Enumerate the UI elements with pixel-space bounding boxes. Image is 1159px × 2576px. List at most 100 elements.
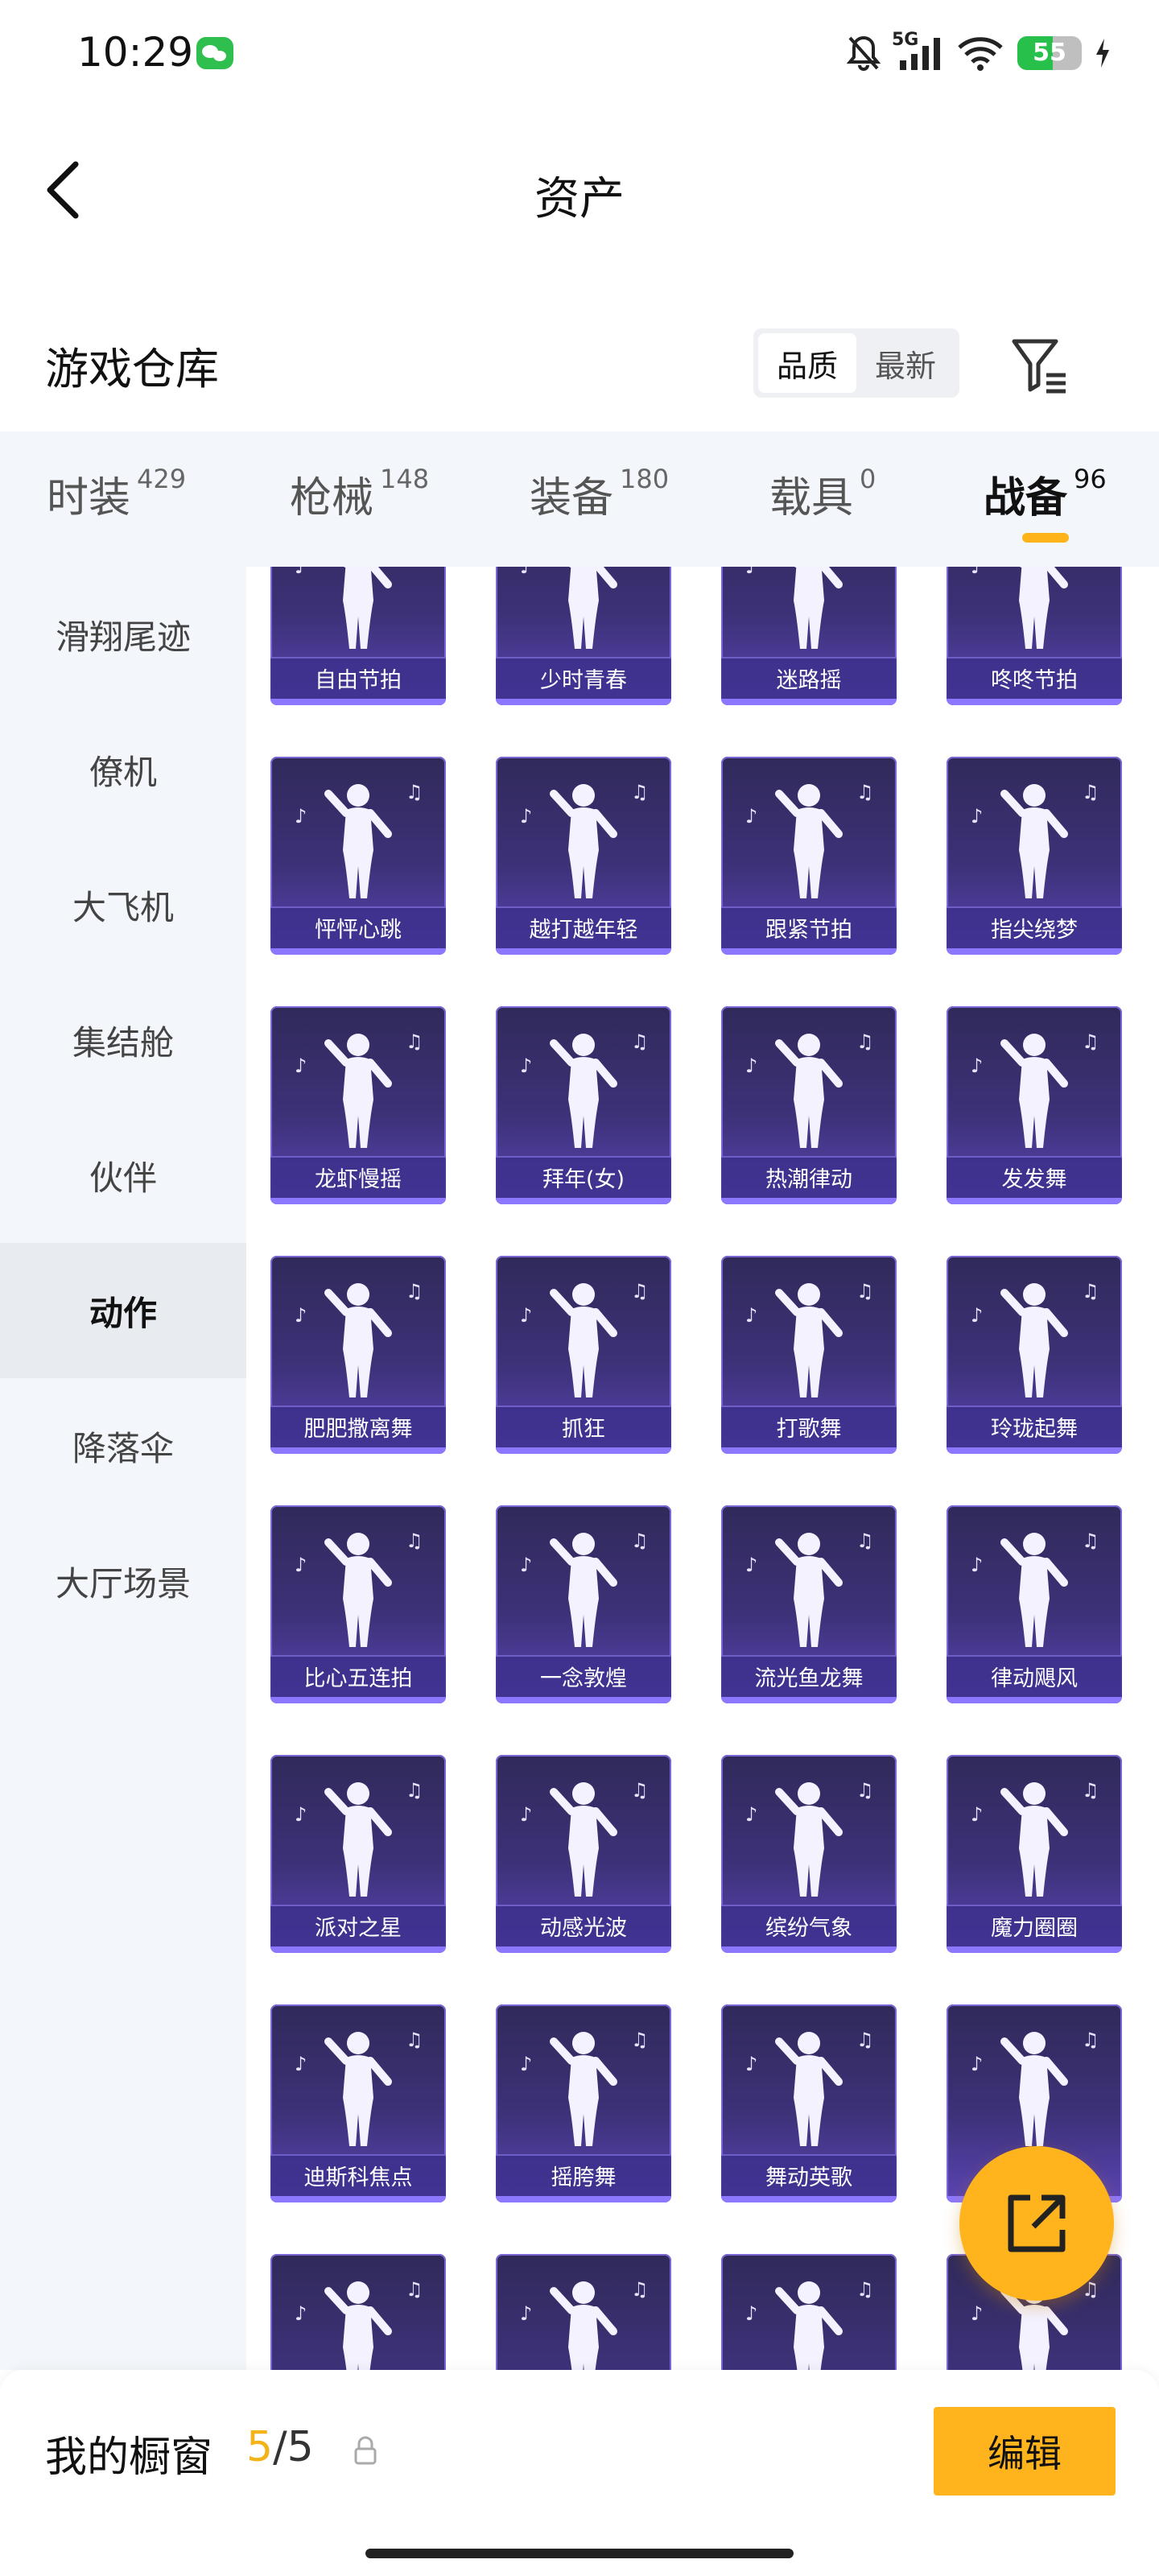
emote-card[interactable]: ♪ ♫ 拜年(女) bbox=[496, 1006, 671, 1204]
emote-card[interactable]: ♪ ♫ 龙虾慢摇 bbox=[270, 1006, 446, 1204]
music-note-icon: ♪ bbox=[295, 1304, 307, 1327]
dancer-figure-icon bbox=[539, 778, 628, 906]
sort-by-newest-button[interactable]: 最新 bbox=[856, 333, 955, 393]
emote-card[interactable]: ♪ ♫ 越打越年轻 bbox=[496, 757, 671, 955]
music-note-icon: ♫ bbox=[631, 1530, 649, 1552]
tab-fashion[interactable]: 时装 429 bbox=[47, 464, 186, 524]
emote-card[interactable]: ♪ ♫ 跟紧节拍 bbox=[721, 757, 897, 955]
emote-card[interactable]: ♪ ♫ 魔力圈圈 bbox=[947, 1755, 1122, 1953]
tab-label: 枪械 bbox=[290, 474, 374, 522]
emote-card[interactable]: ♪ ♫ 动感光波 bbox=[496, 1755, 671, 1953]
emote-card[interactable]: ♪♫少时青春 bbox=[496, 567, 671, 705]
dancer-figure-icon bbox=[539, 1277, 628, 1406]
external-link-icon bbox=[1008, 2194, 1066, 2252]
emote-card[interactable]: ♪ ♫ bbox=[496, 2254, 671, 2370]
tab-label: 装备 bbox=[530, 474, 614, 522]
sidebar-item-wingman[interactable]: 僚机 bbox=[0, 702, 246, 837]
music-note-icon: ♪ bbox=[520, 1055, 533, 1077]
filter-icon[interactable] bbox=[1009, 335, 1070, 396]
sort-by-quality-button[interactable]: 品质 bbox=[758, 333, 856, 393]
music-note-icon: ♫ bbox=[1082, 1530, 1099, 1552]
sidebar-item-glide-trail[interactable]: 滑翔尾迹 bbox=[0, 567, 246, 702]
emote-card[interactable]: ♪ ♫ 派对之星 bbox=[270, 1755, 446, 1953]
emote-card[interactable]: ♪ ♫ 流光鱼龙舞 bbox=[721, 1505, 897, 1703]
tab-count: 180 bbox=[620, 464, 670, 494]
card-label: 咚咚节拍 bbox=[991, 668, 1078, 693]
emote-card[interactable]: ♪ ♫ 肥肥撒离舞 bbox=[270, 1256, 446, 1454]
warehouse-row: 游戏仓库 品质 最新 bbox=[0, 306, 1159, 419]
tab-equipment[interactable]: 装备 180 bbox=[530, 464, 669, 524]
card-label: 打歌舞 bbox=[776, 1417, 842, 1442]
sidebar-item-emotes[interactable]: 动作 bbox=[0, 1243, 246, 1378]
card-label: 越打越年轻 bbox=[529, 918, 638, 943]
network-type: 5G bbox=[892, 30, 919, 50]
emote-card[interactable]: ♪ ♫ 律动飓风 bbox=[947, 1505, 1122, 1703]
tab-count: 96 bbox=[1074, 464, 1107, 494]
music-note-icon: ♫ bbox=[1082, 1280, 1099, 1302]
status-icons: 5G 55 bbox=[845, 29, 1111, 77]
battery-indicator: 55 bbox=[1017, 36, 1082, 70]
music-note-icon: ♪ bbox=[971, 1554, 984, 1576]
dancer-figure-icon bbox=[990, 567, 1079, 657]
emote-card[interactable]: ♪ ♫ 怦怦心跳 bbox=[270, 757, 446, 955]
music-note-icon: ♫ bbox=[856, 1030, 874, 1053]
dancer-figure-icon bbox=[314, 567, 402, 657]
tab-combat-gear[interactable]: 战备 96 bbox=[984, 464, 1107, 524]
card-label: 龙虾慢摇 bbox=[315, 1167, 402, 1192]
emote-card[interactable]: ♪♫迷路摇 bbox=[721, 567, 897, 705]
sort-toggle: 品质 最新 bbox=[753, 328, 959, 398]
emote-card[interactable]: ♪ ♫ bbox=[270, 2254, 446, 2370]
dancer-figure-icon bbox=[314, 778, 402, 906]
edit-button[interactable]: 编辑 bbox=[934, 2407, 1116, 2496]
emote-card[interactable]: ♪ ♫ bbox=[721, 2254, 897, 2370]
emote-card[interactable]: ♪ ♫ 比心五连拍 bbox=[270, 1505, 446, 1703]
emote-card[interactable]: ♪ ♫ 摇胯舞 bbox=[496, 2004, 671, 2202]
music-note-icon: ♪ bbox=[520, 2302, 533, 2325]
emote-card[interactable]: ♪ ♫ 热潮律动 bbox=[721, 1006, 897, 1204]
lock-icon bbox=[353, 2436, 378, 2465]
music-note-icon: ♪ bbox=[520, 1803, 533, 1826]
tab-vehicles[interactable]: 载具 0 bbox=[769, 464, 876, 524]
dancer-figure-icon bbox=[765, 1277, 853, 1406]
music-note-icon: ♪ bbox=[971, 1304, 984, 1327]
emote-card[interactable]: ♪ ♫ 指尖绕梦 bbox=[947, 757, 1122, 955]
music-note-icon: ♫ bbox=[631, 1779, 649, 1802]
music-note-icon: ♫ bbox=[1082, 1030, 1099, 1053]
emote-card[interactable]: ♪♫咚咚节拍 bbox=[947, 567, 1122, 705]
emote-card[interactable]: ♪ ♫ 抓狂 bbox=[496, 1256, 671, 1454]
emote-card[interactable]: ♪ ♫ 缤纷气象 bbox=[721, 1755, 897, 1953]
card-label: 舞动英歌 bbox=[765, 2165, 852, 2190]
sidebar-item-assembly-pod[interactable]: 集结舱 bbox=[0, 972, 246, 1108]
tab-guns[interactable]: 枪械 148 bbox=[290, 464, 429, 524]
dancer-figure-icon bbox=[765, 1776, 853, 1905]
sidebar-item-companion[interactable]: 伙伴 bbox=[0, 1108, 246, 1243]
dancer-figure-icon bbox=[314, 2275, 402, 2370]
music-note-icon: ♫ bbox=[406, 1030, 423, 1053]
sidebar-item-lobby-scene[interactable]: 大厅场景 bbox=[0, 1513, 246, 1649]
music-note-icon: ♪ bbox=[295, 1803, 307, 1826]
music-note-icon: ♪ bbox=[520, 567, 533, 578]
emote-card[interactable]: ♪ ♫ 打歌舞 bbox=[721, 1256, 897, 1454]
emote-card[interactable]: ♪ ♫ 一念敦煌 bbox=[496, 1505, 671, 1703]
category-tabs: 时装 429 枪械 148 装备 180 载具 0 战备 96 bbox=[0, 431, 1159, 567]
emote-card[interactable]: ♪ ♫ 玲珑起舞 bbox=[947, 1256, 1122, 1454]
emote-card[interactable]: ♪ ♫ 发发舞 bbox=[947, 1006, 1122, 1204]
music-note-icon: ♫ bbox=[631, 2278, 649, 2301]
music-note-icon: ♫ bbox=[406, 1280, 423, 1302]
share-fab[interactable] bbox=[959, 2146, 1114, 2301]
dancer-figure-icon bbox=[314, 1027, 402, 1156]
card-label: 动感光波 bbox=[540, 1916, 627, 1941]
tab-label: 时装 bbox=[47, 474, 131, 522]
card-label: 律动飓风 bbox=[991, 1666, 1078, 1691]
tab-count: 429 bbox=[137, 464, 187, 494]
dancer-figure-icon bbox=[765, 1526, 853, 1655]
card-label: 少时青春 bbox=[540, 668, 627, 693]
music-note-icon: ♪ bbox=[520, 805, 533, 828]
emote-card[interactable]: ♪ ♫ 舞动英歌 bbox=[721, 2004, 897, 2202]
music-note-icon: ♪ bbox=[745, 1554, 758, 1576]
emote-card[interactable]: ♪♫自由节拍 bbox=[270, 567, 446, 705]
card-label: 一念敦煌 bbox=[540, 1666, 627, 1691]
sidebar-item-parachute[interactable]: 降落伞 bbox=[0, 1378, 246, 1513]
sidebar-item-big-plane[interactable]: 大飞机 bbox=[0, 837, 246, 972]
emote-card[interactable]: ♪ ♫ 迪斯科焦点 bbox=[270, 2004, 446, 2202]
